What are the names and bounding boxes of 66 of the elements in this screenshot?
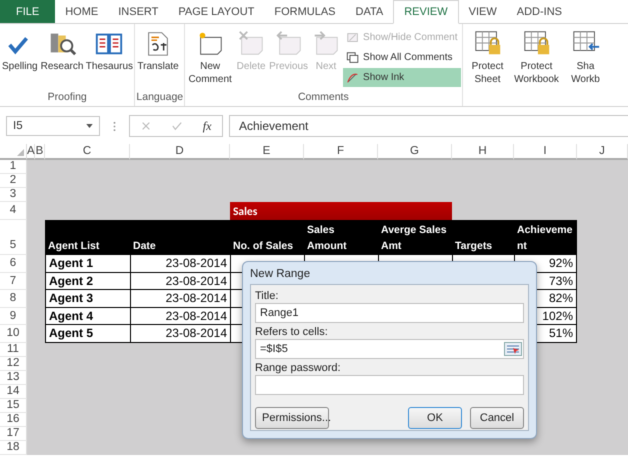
checkmark-icon[interactable]: [172, 121, 182, 131]
ribbon-button[interactable]: Protect Sheet: [464, 26, 512, 106]
cancel-icon[interactable]: [140, 121, 151, 131]
field-label: Title:: [255, 289, 278, 303]
stacked-notes-icon: [346, 50, 360, 64]
pen-stroke-icon: [346, 70, 360, 84]
table-title: Sales: [230, 202, 452, 220]
column-heading: Sales Amount: [307, 223, 348, 254]
ribbon-tab[interactable]: DATA: [346, 0, 394, 23]
dialog-button[interactable]: OK: [408, 407, 462, 429]
group-label: Language: [136, 91, 184, 105]
field-label: Range password:: [255, 361, 341, 375]
dialog-button[interactable]: Permissions...: [255, 407, 329, 429]
column-heading: Targets: [455, 239, 492, 254]
select-all-icon[interactable]: [17, 149, 24, 156]
table-cell: Agent 3: [45, 290, 130, 308]
ribbon-button[interactable]: Spelling: [1, 26, 39, 91]
table-cell: [230, 290, 242, 308]
ribbon-tab[interactable]: HOME: [55, 0, 108, 23]
table-cell: 23-08-2014: [130, 290, 230, 308]
ribbon-button[interactable]: Show All Comments: [343, 48, 461, 67]
table-cell: Agent 5: [45, 325, 130, 342]
ribbon-tab[interactable]: VIEW: [458, 0, 507, 23]
ribbon-tab[interactable]: ADD-INS: [506, 0, 572, 23]
table-cell: 23-08-2014: [130, 308, 230, 325]
ribbon-tab[interactable]: REVIEW: [393, 0, 459, 24]
column-heading: Agent List: [48, 239, 100, 254]
table-cell: [230, 272, 242, 290]
table-cell: [230, 325, 242, 342]
range-picker-icon[interactable]: [504, 342, 522, 356]
caret-icon: [86, 124, 93, 128]
ribbon-tab[interactable]: FILE: [0, 0, 56, 23]
group-label: Comments: [296, 91, 350, 105]
column-heading: Averge Sales Amt: [381, 223, 448, 254]
ribbon-button[interactable]: Show Ink: [343, 68, 461, 87]
ribbon-button[interactable]: Translate: [136, 26, 180, 91]
ribbon-button[interactable]: Sha Workb: [562, 26, 610, 106]
column-heading: Date: [133, 239, 156, 254]
ribbon-tab[interactable]: PAGE LAYOUT: [168, 0, 264, 23]
ribbon-button[interactable]: Research: [40, 26, 84, 91]
table-cell: 23-08-2014: [130, 255, 230, 272]
insert-function-button[interactable]: fx: [202, 118, 212, 134]
formula-field[interactable]: Achievement: [229, 115, 628, 137]
ribbon-button[interactable]: Protect Workbook: [512, 26, 561, 106]
name-box[interactable]: I5: [6, 116, 100, 136]
table-cell: 23-08-2014: [130, 325, 230, 342]
grip-icon: [113, 120, 116, 132]
ribbon-tab[interactable]: INSERT: [108, 0, 168, 23]
ribbon-tab[interactable]: FORMULAS: [264, 0, 346, 23]
input-field[interactable]: =$I$5: [255, 339, 524, 359]
table-cell: [230, 308, 242, 325]
table-cell: Agent 1: [45, 255, 130, 272]
table-cell: Agent 2: [45, 272, 130, 290]
column-heading: Achievement: [517, 223, 574, 254]
group-label: Proofing: [46, 91, 88, 105]
dialog-button[interactable]: Cancel: [470, 407, 524, 429]
ribbon-button[interactable]: New Comment: [186, 26, 234, 91]
column-heading: No. of Sales: [233, 239, 294, 254]
field-label: Refers to cells:: [255, 325, 328, 339]
table-cell: Agent 4: [45, 308, 130, 325]
ribbon-button[interactable]: Thesaurus: [85, 26, 134, 91]
dialog-title: New Range: [250, 268, 310, 280]
crossed-note-icon: [346, 30, 360, 44]
input-field[interactable]: Range1: [255, 303, 524, 323]
input-field[interactable]: [255, 375, 524, 395]
table-cell: 23-08-2014: [130, 272, 230, 290]
